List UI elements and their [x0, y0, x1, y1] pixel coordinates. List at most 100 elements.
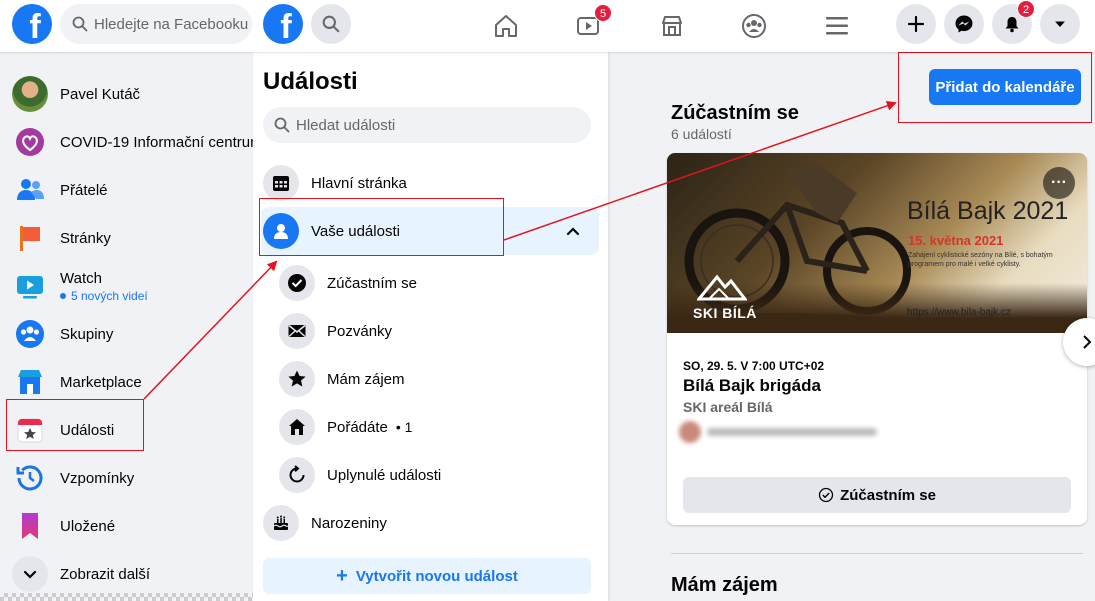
marketplace-icon [12, 364, 48, 400]
annotation-box-events [6, 399, 144, 451]
account-menu-button[interactable] [1040, 4, 1080, 44]
events-nav-hosting[interactable]: Pořádáte • 1 [277, 403, 599, 451]
sidebar-item-label: Pavel Kutáč [60, 85, 141, 103]
sidebar-item-label: Watch [60, 269, 102, 287]
flag-icon [12, 220, 48, 256]
chevron-down-icon [12, 556, 48, 592]
events-nav-going[interactable]: Zúčastním se [277, 259, 599, 307]
page-edge-artifact [0, 593, 253, 601]
event-date: SO, 29. 5. V 7:00 UTC+02 [683, 359, 825, 373]
sidebar-item-saved[interactable]: Uložené [8, 502, 253, 550]
events-search-input[interactable]: Hledat události [263, 107, 591, 143]
search-icon [72, 16, 88, 32]
sidebar-item-label: Přátelé [60, 181, 108, 199]
event-card[interactable]: Bílá Bajk 2021 15. května 2021 Zahájení … [667, 153, 1087, 525]
memories-clock-icon [12, 460, 48, 496]
messenger-button[interactable] [944, 4, 984, 44]
section-divider [671, 553, 1083, 554]
events-nav-label: Mám zájem [327, 370, 405, 388]
sidebar-item-friends[interactable]: Přátelé [8, 166, 253, 214]
marketplace-store-icon [662, 16, 682, 36]
create-event-button[interactable]: + Vytvořit novou událost [263, 558, 591, 594]
watch-new-videos-text: 5 nových videí [60, 289, 148, 303]
facebook-logo[interactable]: f [12, 4, 52, 44]
create-button[interactable] [896, 4, 936, 44]
nav-watch[interactable]: 5 [570, 4, 612, 44]
plus-icon [907, 15, 925, 33]
chevron-up-icon[interactable] [565, 223, 581, 239]
nav-menu[interactable] [819, 8, 855, 44]
search-icon [322, 15, 340, 33]
sidebar-item-covid[interactable]: COVID-19 Informační centrum [8, 118, 263, 166]
messenger-icon [955, 15, 973, 33]
going-button-label: Zúčastním se [840, 486, 936, 504]
sidebar-item-pages[interactable]: Stránky [8, 214, 253, 262]
notifications-button[interactable]: 2 [992, 0, 1035, 44]
events-nav-label: Pozvánky [327, 322, 393, 340]
events-nav-label: Pořádáte [327, 418, 388, 436]
banner-tagline: Zahájení cyklistické sezóny na Bílé, s b… [908, 252, 1053, 268]
bell-icon [1005, 17, 1019, 33]
event-more-options-button[interactable]: ··· [1043, 167, 1075, 199]
events-nav-past[interactable]: Uplynulé události [277, 451, 599, 499]
envelope-icon [279, 313, 315, 349]
top-bar: f Hledejte na Facebooku f 5 2 [0, 0, 1095, 52]
section-title-going: Zúčastním se [671, 102, 799, 124]
banner-title: Bílá Bajk 2021 [907, 197, 1069, 225]
sidebar-item-groups[interactable]: Skupiny [8, 310, 253, 358]
banner-brand: SKI BÍLÁ [693, 305, 757, 321]
watch-badge: 5 [594, 4, 612, 22]
ski-bila-logo-icon [697, 274, 747, 301]
sidebar-item-label: Stránky [60, 229, 111, 247]
history-icon [279, 457, 315, 493]
covid-heart-icon [12, 124, 48, 160]
groups-icon [12, 316, 48, 352]
events-panel: Události Hledat události Hlavní stránka … [253, 52, 608, 601]
events-nav-label: Hlavní stránka [311, 174, 407, 192]
caret-down-icon [1055, 21, 1065, 27]
event-name[interactable]: Bílá Bajk brigáda [683, 376, 821, 396]
sidebar-item-label: Vzpomínky [60, 469, 135, 487]
avatar [12, 76, 48, 112]
event-cover-image: Bílá Bajk 2021 15. května 2021 Zahájení … [667, 153, 1087, 333]
nav-home[interactable] [488, 8, 524, 44]
sidebar-item-profile[interactable]: Pavel Kutáč [8, 70, 253, 118]
chevron-right-icon [1083, 335, 1092, 349]
watch-icon [12, 268, 48, 304]
saved-bookmark-icon [12, 508, 48, 544]
notifications-badge: 2 [1017, 0, 1035, 18]
sidebar-item-memories[interactable]: Vzpomínky [8, 454, 253, 502]
friends-icon [12, 172, 48, 208]
section-event-count: 6 událostí [671, 126, 732, 142]
annotation-box-your-events [259, 198, 504, 256]
facebook-logo-secondary[interactable]: f [263, 4, 303, 44]
sidebar-item-label: Marketplace [60, 373, 142, 391]
nav-groups[interactable] [736, 8, 772, 44]
home-icon [495, 15, 517, 37]
events-nav-label: Narozeniny [311, 514, 387, 532]
nav-marketplace[interactable] [654, 8, 690, 44]
hosting-count: • 1 [395, 419, 413, 435]
check-circle-icon [279, 265, 315, 301]
sidebar-item-label: COVID-19 Informační centrum [60, 133, 263, 151]
search-icon [274, 117, 290, 133]
events-nav-interested[interactable]: Mám zájem [277, 355, 599, 403]
events-nav-label: Uplynulé události [327, 466, 442, 484]
main-content: Přidat do kalendáře Zúčastním se 6 událo… [608, 52, 1095, 601]
events-nav-birthdays[interactable]: Narozeniny [261, 499, 599, 547]
avatar [679, 421, 701, 443]
search-placeholder: Hledejte na Facebooku [94, 15, 249, 33]
blurred-attendee-info [679, 419, 879, 445]
sidebar-item-label: Skupiny [60, 325, 114, 343]
events-nav-invites[interactable]: Pozvánky [277, 307, 599, 355]
search-button[interactable] [311, 4, 351, 44]
sidebar-item-watch[interactable]: Watch 5 nových videí [8, 262, 253, 310]
facebook-search-input[interactable]: Hledejte na Facebooku [60, 4, 252, 44]
banner-date: 15. května 2021 [908, 233, 1004, 248]
calendar-grid-icon [263, 165, 299, 201]
going-button[interactable]: Zúčastním se [683, 477, 1071, 513]
cake-icon [263, 505, 299, 541]
check-circle-icon [818, 487, 834, 503]
sidebar-item-show-more[interactable]: Zobrazit další [8, 550, 253, 598]
events-nav-label: Zúčastním se [327, 274, 418, 292]
